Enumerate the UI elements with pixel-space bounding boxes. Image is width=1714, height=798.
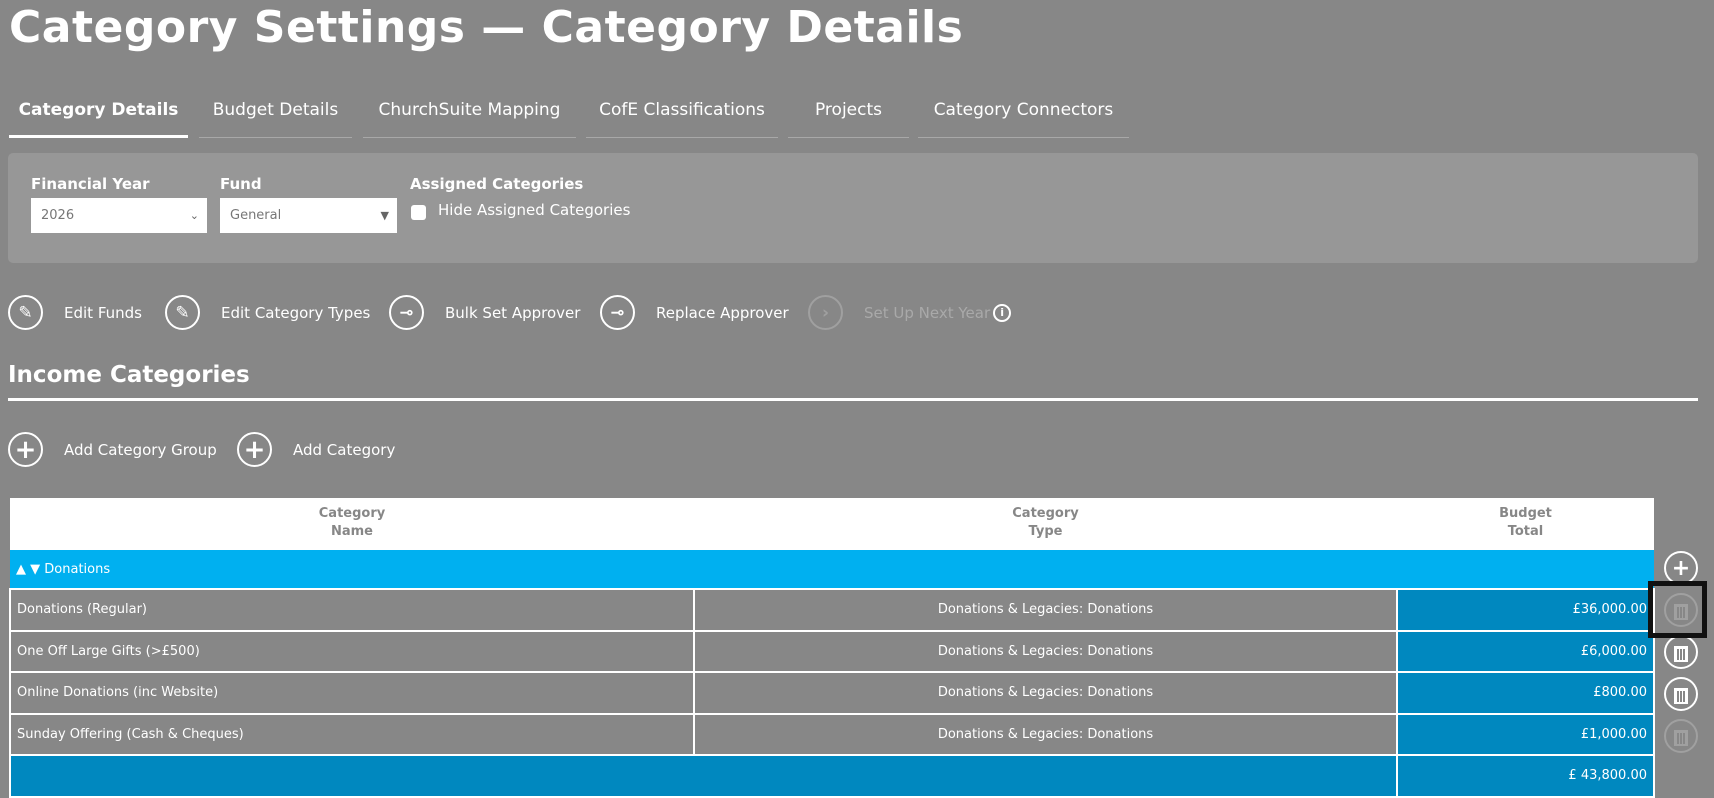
budget-total: £1,000.00	[1396, 712, 1655, 756]
tab-category-details[interactable]: Category Details	[9, 94, 188, 138]
financial-year-value: 2026	[41, 208, 75, 223]
sort-arrows-icon[interactable]: ▲ ▼	[16, 562, 40, 577]
bulk-set-approver-button[interactable]: ⊸ Bulk Set Approver	[389, 295, 580, 330]
income-categories-table: Category Name Category Type Budget Total ▲ …	[9, 498, 1655, 798]
edit-category-types-button[interactable]: ✎ Edit Category Types	[165, 295, 370, 330]
fund-value: General	[230, 208, 282, 223]
budget-total: £6,000.00	[1396, 629, 1655, 673]
key-icon: ⊸	[389, 295, 424, 330]
table-row[interactable]: Sunday Offering (Cash & Cheques) Donation…	[9, 712, 1655, 756]
edit-types-label: Edit Category Types	[221, 303, 371, 322]
financial-year-label: Financial Year	[31, 175, 150, 193]
table-row[interactable]: Online Donations (inc Website) Donations …	[9, 671, 1655, 715]
group-total: £ 43,800.00	[1396, 754, 1655, 798]
edit-icon: ✎	[8, 295, 43, 330]
tab-churchsuite-mapping[interactable]: ChurchSuite Mapping	[363, 94, 576, 138]
edit-icon: ✎	[165, 295, 200, 330]
trash-icon	[1674, 729, 1688, 746]
total-row: £ 43,800.00	[9, 754, 1655, 798]
tab-budget-details[interactable]: Budget Details	[199, 94, 352, 138]
info-icon[interactable]: i	[993, 303, 1012, 322]
add-category-label: Add Category	[293, 440, 396, 459]
tab-projects[interactable]: Projects	[788, 94, 909, 138]
tab-cofe-classifications[interactable]: CofE Classifications	[586, 94, 778, 138]
trash-icon	[1674, 687, 1688, 704]
group-name: Donations	[44, 561, 111, 577]
group-row-donations[interactable]: ▲ ▼ Donations	[10, 548, 1654, 590]
category-name: Donations (Regular)	[9, 588, 695, 632]
fund-label: Fund	[220, 175, 262, 193]
category-type: Donations & Legacies: Donations	[693, 588, 1398, 632]
table-row[interactable]: Donations (Regular) Donations & Legacies:…	[9, 588, 1655, 632]
delete-row-button[interactable]	[1664, 677, 1698, 711]
add-category-group-button[interactable]: + Add Category Group	[8, 432, 217, 467]
add-row-button[interactable]: +	[1664, 551, 1698, 585]
category-name: One Off Large Gifts (>£500)	[9, 629, 695, 673]
filter-panel: Financial Year 2026 ⌄ Fund General ▼ Assig…	[8, 153, 1698, 263]
add-category-button[interactable]: + Add Category	[237, 432, 395, 467]
plus-icon: +	[237, 432, 272, 467]
fund-select[interactable]: General ▼	[220, 198, 397, 233]
set-up-next-year-button[interactable]: › Set Up Next Year i	[808, 295, 1012, 330]
hide-assigned-label[interactable]: Hide Assigned Categories	[438, 201, 630, 219]
income-categories-heading: Income Categories	[8, 362, 250, 388]
next-year-label: Set Up Next Year	[864, 303, 991, 322]
tab-category-connectors[interactable]: Category Connectors	[918, 94, 1129, 138]
replace-label: Replace Approver	[656, 303, 789, 322]
category-type: Donations & Legacies: Donations	[693, 629, 1398, 673]
edit-funds-label: Edit Funds	[64, 303, 142, 322]
plus-icon: +	[1671, 555, 1691, 581]
replace-approver-button[interactable]: ⊸ Replace Approver	[600, 295, 789, 330]
category-name: Online Donations (inc Website)	[9, 671, 695, 715]
budget-total: £36,000.00	[1396, 588, 1655, 632]
focus-highlight	[1648, 581, 1707, 638]
page-title: Category Settings — Category Details	[9, 2, 964, 53]
budget-total: £800.00	[1396, 671, 1655, 715]
financial-year-select[interactable]: 2026 ⌄	[31, 198, 207, 233]
category-type: Donations & Legacies: Donations	[693, 712, 1398, 756]
category-name: Sunday Offering (Cash & Cheques)	[9, 712, 695, 756]
table-row[interactable]: One Off Large Gifts (>£500) Donations & L…	[9, 629, 1655, 673]
chevron-down-icon: ⌄	[189, 209, 199, 222]
add-group-label: Add Category Group	[64, 440, 217, 459]
category-type: Donations & Legacies: Donations	[693, 671, 1398, 715]
hide-assigned-checkbox[interactable]	[411, 205, 426, 220]
key-icon: ⊸	[600, 295, 635, 330]
trash-icon	[1674, 645, 1688, 662]
caret-down-icon: ▼	[380, 209, 389, 222]
header-category-name[interactable]: Category Name	[10, 498, 694, 549]
chevron-right-icon: ›	[808, 295, 843, 330]
header-category-type[interactable]: Category Type	[694, 498, 1397, 549]
plus-icon: +	[8, 432, 43, 467]
edit-funds-button[interactable]: ✎ Edit Funds	[8, 295, 142, 330]
heading-divider	[8, 398, 1698, 401]
bulk-set-label: Bulk Set Approver	[445, 303, 581, 322]
delete-row-button[interactable]	[1664, 719, 1698, 753]
header-budget-total[interactable]: Budget Total	[1397, 498, 1654, 549]
assigned-categories-label: Assigned Categories	[410, 175, 584, 193]
delete-row-button[interactable]	[1664, 635, 1698, 669]
